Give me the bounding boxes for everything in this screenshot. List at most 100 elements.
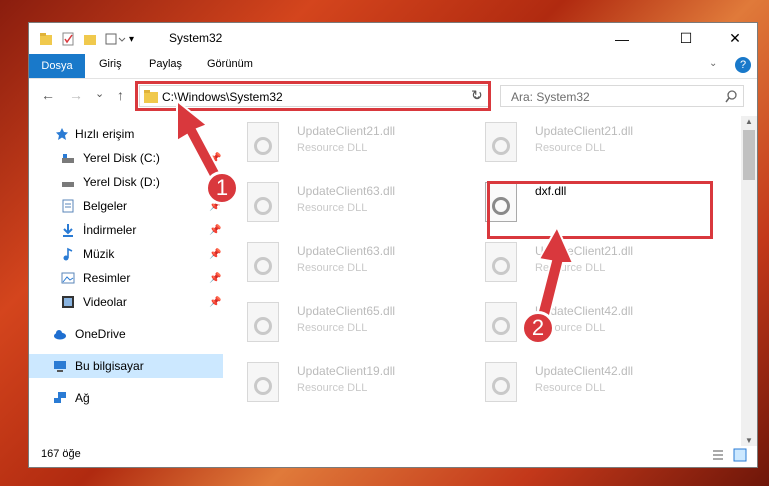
scrollbar-thumb[interactable] — [743, 130, 755, 180]
new-folder-icon[interactable] — [83, 32, 97, 46]
dll-file-icon — [485, 302, 517, 342]
close-button[interactable]: ✕ — [712, 23, 758, 54]
back-button[interactable]: ← — [41, 87, 55, 103]
drive-icon — [62, 154, 74, 163]
file-description: Resource DLL — [297, 142, 368, 154]
details-view-icon[interactable] — [711, 448, 725, 462]
file-name: UpdateClient63.dll — [297, 244, 396, 258]
step-2-badge: 2 — [521, 311, 555, 345]
file-name: UpdateClient65.dll — [297, 304, 396, 318]
expand-ribbon-icon[interactable]: ⌄ — [709, 58, 717, 69]
properties-icon[interactable] — [61, 32, 75, 46]
file-description: Resource DLL — [535, 382, 606, 394]
item-count: 167 öğe — [41, 448, 81, 460]
dll-file-icon — [247, 362, 279, 402]
search-icon — [725, 90, 737, 103]
title-bar: ▾ System32 — ☐ ✕ — [29, 23, 757, 54]
dll-file-icon — [485, 362, 517, 402]
documents-icon — [62, 199, 74, 213]
file-name: UpdateClient42.dll — [535, 364, 634, 378]
dll-file-icon — [247, 182, 279, 222]
explorer-window: ▾ System32 — ☐ ✕ Dosya Giriş Paylaş Görü… — [28, 22, 758, 468]
network-icon — [54, 392, 66, 403]
file-item[interactable]: UpdateClient19.dll Resource DLL — [227, 358, 457, 406]
forward-button[interactable]: → — [69, 87, 83, 103]
file-name: UpdateClient21.dll — [535, 124, 634, 138]
sidebar-item-label: Belgeler — [83, 199, 128, 213]
file-description: Resource DLL — [297, 262, 368, 274]
file-description: Resource DLL — [297, 322, 368, 334]
sidebar-item-label: Hızlı erişim — [75, 127, 135, 141]
pin-icon: 📌 — [209, 272, 222, 284]
tab-paylas[interactable]: Paylaş — [149, 58, 182, 70]
up-button[interactable]: ↑ — [117, 87, 124, 103]
window-title: System32 — [169, 31, 223, 45]
scroll-up-icon[interactable]: ▲ — [745, 117, 753, 126]
star-icon — [56, 128, 68, 140]
file-item[interactable]: UpdateClient63.dll Resource DLL — [227, 178, 457, 226]
dll-file-icon — [247, 242, 279, 282]
file-description: Resource DLL — [297, 202, 368, 214]
tab-dosya[interactable]: Dosya — [29, 54, 85, 78]
qat-dropdown-icon[interactable]: ▾ — [129, 34, 134, 45]
sidebar-item-label: Videolar — [83, 295, 127, 309]
music-icon — [63, 247, 73, 261]
file-name: UpdateClient19.dll — [297, 364, 396, 378]
pin-icon: 📌 — [209, 224, 222, 236]
ribbon-tabs: Dosya Giriş Paylaş Görünüm ⌄ ? — [29, 54, 757, 79]
file-description: Resource DLL — [297, 382, 368, 394]
dll-file-icon — [247, 122, 279, 162]
sidebar-item-this-pc[interactable]: Bu bilgisayar — [29, 354, 223, 378]
sidebar-item-label: Bu bilgisayar — [75, 359, 144, 373]
help-icon[interactable]: ? — [735, 57, 751, 73]
sidebar-item-label: Müzik — [83, 247, 115, 261]
cloud-icon — [54, 330, 66, 340]
maximize-button[interactable]: ☐ — [663, 23, 709, 54]
sidebar-item-label: Yerel Disk (C:) — [83, 151, 160, 165]
search-box[interactable]: Ara: System32 — [500, 85, 744, 107]
minimize-button[interactable]: — — [599, 23, 645, 54]
file-name: UpdateClient63.dll — [297, 184, 396, 198]
sidebar-item-downloads[interactable]: İndirmeler 📌 — [29, 218, 223, 242]
sidebar-item-label: Yerel Disk (D:) — [83, 175, 160, 189]
pin-icon: 📌 — [209, 248, 222, 260]
tab-gorunum[interactable]: Görünüm — [207, 58, 253, 70]
file-item[interactable]: UpdateClient42.dll Resource DLL — [465, 298, 695, 346]
sidebar-item-label: OneDrive — [75, 327, 126, 341]
sidebar-item-onedrive[interactable]: OneDrive — [29, 322, 223, 346]
sidebar-item-label: Ağ — [75, 391, 90, 405]
step-1-badge: 1 — [205, 171, 239, 205]
file-item[interactable]: UpdateClient21.dll Resource DLL — [227, 118, 457, 166]
pictures-icon — [61, 272, 75, 284]
search-placeholder: Ara: System32 — [511, 90, 590, 104]
computer-icon — [54, 361, 66, 372]
vertical-scrollbar[interactable]: ▲ ▼ — [741, 116, 757, 446]
quick-access-toolbar: ▾ — [39, 30, 134, 48]
sidebar-item-network[interactable]: Ağ — [29, 386, 223, 410]
sidebar-item-pictures[interactable]: Resimler 📌 — [29, 266, 223, 290]
large-icons-view-icon[interactable] — [733, 448, 747, 462]
file-description: Resource DLL — [535, 142, 606, 154]
file-item[interactable]: UpdateClient21.dll Resource DLL — [465, 118, 695, 166]
file-list: UpdateClient21.dll Resource DLL UpdateCl… — [227, 118, 739, 448]
dll-file-icon — [247, 302, 279, 342]
sidebar-item-label: İndirmeler — [83, 223, 137, 237]
recent-locations-button[interactable]: ⌄ — [95, 87, 104, 100]
file-item[interactable]: UpdateClient65.dll Resource DLL — [227, 298, 457, 346]
view-options-icon[interactable] — [105, 32, 127, 46]
tab-giris[interactable]: Giriş — [99, 58, 122, 70]
file-item[interactable]: UpdateClient42.dll Resource DLL — [465, 358, 695, 406]
folder-icon[interactable] — [39, 32, 53, 46]
sidebar-item-music[interactable]: Müzik 📌 — [29, 242, 223, 266]
file-item[interactable]: UpdateClient21.dll Resource DLL — [465, 238, 695, 286]
pin-icon: 📌 — [209, 296, 222, 308]
videos-icon — [62, 296, 74, 308]
dll-file-icon — [485, 122, 517, 162]
drive-icon — [62, 182, 74, 187]
status-bar: 167 öğe — [29, 443, 757, 467]
file-item[interactable]: UpdateClient63.dll Resource DLL — [227, 238, 457, 286]
file-name: UpdateClient21.dll — [297, 124, 396, 138]
sidebar-item-videos[interactable]: Videolar 📌 — [29, 290, 223, 314]
downloads-icon — [63, 224, 73, 237]
dll-file-icon — [485, 242, 517, 282]
